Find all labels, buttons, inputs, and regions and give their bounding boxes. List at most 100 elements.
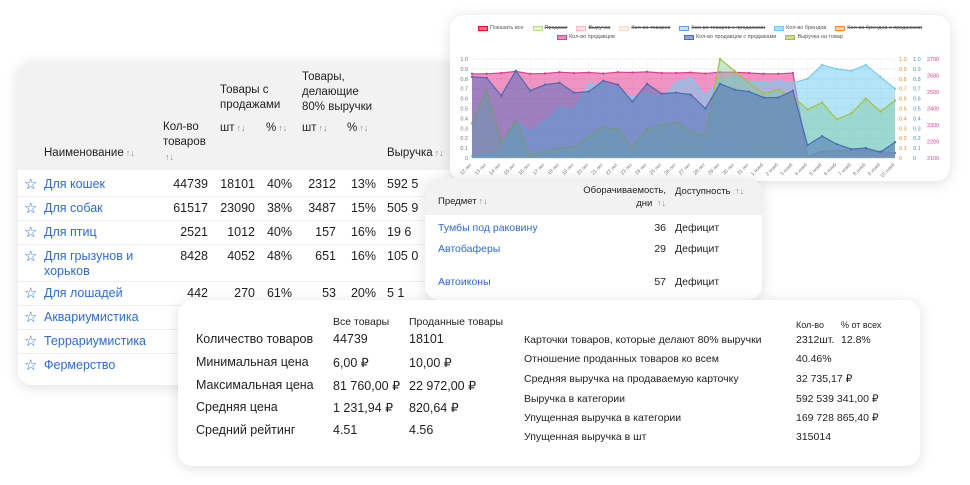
left-axis-tick: 0.9	[460, 67, 468, 73]
col-sales-pcs-header[interactable]: шт ↑↓	[220, 121, 246, 136]
data-point	[660, 71, 663, 75]
col-top80-header: Товары, делающие 80% выручки	[302, 71, 373, 113]
sort-icon[interactable]: ↑↓	[435, 148, 444, 158]
sort-icon[interactable]: ↑↓	[319, 123, 328, 133]
sort-icon[interactable]: ↑↓	[479, 196, 488, 206]
category-link[interactable]: Террариумистика	[44, 334, 156, 349]
blue-axis-tick: 0.7	[913, 87, 921, 93]
star-icon[interactable]: ☆	[24, 199, 37, 217]
data-point	[835, 118, 838, 121]
sort-icon[interactable]: ↑↓	[657, 198, 666, 208]
row-divider	[18, 196, 458, 197]
sort-icon[interactable]: ↑↓	[165, 152, 174, 162]
data-point	[660, 92, 663, 95]
category-link[interactable]: Фермерство	[44, 358, 156, 373]
summary-all-value: 1 231,94 ₽	[333, 401, 394, 415]
sort-icon[interactable]: ↑↓	[126, 148, 135, 158]
data-point	[689, 76, 692, 80]
star-icon[interactable]: ☆	[24, 175, 37, 193]
data-point	[718, 57, 722, 61]
col-subject-header[interactable]: Предмет ↑↓	[438, 196, 488, 207]
data-point	[704, 94, 707, 97]
sort-icon[interactable]: ↑↓	[237, 123, 246, 133]
x-axis-tick: 23 окт	[620, 162, 635, 177]
data-point	[543, 72, 547, 75]
sort-icon[interactable]: ↑↓	[735, 186, 744, 196]
summary-label: Средняя цена	[196, 400, 278, 414]
data-point	[747, 90, 751, 93]
x-axis-tick: 27 окт	[678, 162, 693, 177]
x-axis-tick: 21 окт	[590, 162, 605, 177]
data-point	[879, 150, 882, 154]
col-label: шт	[220, 122, 235, 134]
data-point	[791, 89, 795, 92]
cell-top-pct: 16%	[350, 225, 376, 239]
cell-top-pct: 13%	[350, 177, 376, 191]
col-top-pct-header[interactable]: % ↑↓	[347, 121, 368, 136]
cell-sales-pcs: 270	[234, 286, 255, 300]
data-point	[777, 88, 780, 91]
col-availability-header[interactable]: Доступность ↑↓	[675, 185, 745, 198]
blue-axis-tick: 0.2	[913, 136, 921, 142]
cell-sales-pct: 48%	[266, 249, 292, 263]
metric-label: Средняя выручка на продаваемую карточку	[524, 373, 739, 385]
col-count-header[interactable]: Кол-во товаров ↑↓	[163, 120, 213, 165]
data-point	[631, 100, 634, 103]
left-axis-tick: 0.6	[460, 97, 468, 103]
metric-value: 40.46%	[796, 353, 832, 365]
data-point	[631, 71, 634, 74]
subject-link[interactable]: Автобаферы	[438, 243, 500, 255]
data-point	[806, 108, 809, 111]
cell-top-pct: 20%	[350, 286, 376, 300]
col-label: шт	[302, 122, 317, 134]
cell-top-pct: 16%	[350, 249, 376, 263]
cell-top-pcs: 157	[315, 225, 336, 239]
star-icon[interactable]: ☆	[24, 332, 37, 350]
pink-axis-tick: 2700	[927, 57, 939, 63]
sort-icon[interactable]: ↑↓	[359, 123, 368, 133]
data-point	[777, 79, 780, 82]
col-turnover-header[interactable]: Оборачиваемость, дни ↑↓	[573, 185, 666, 210]
data-point	[675, 81, 678, 84]
blue-axis-tick: 0.5	[913, 107, 921, 113]
x-axis-tick: 1 нояб	[750, 162, 765, 177]
col-name-header[interactable]: Наименование ↑↓	[44, 146, 135, 161]
data-point	[850, 69, 853, 73]
blue-axis-tick: 1.0	[913, 57, 921, 63]
orange-axis-tick: 0.9	[899, 67, 907, 73]
col-label: Предмет	[438, 196, 477, 207]
data-point	[777, 96, 780, 99]
orange-axis-tick: 0.5	[899, 107, 907, 113]
data-point	[864, 146, 868, 150]
data-point	[820, 101, 824, 104]
star-icon[interactable]: ☆	[24, 356, 37, 374]
subject-link[interactable]: Автоиконы	[438, 276, 491, 288]
category-link[interactable]: Для лошадей	[44, 286, 156, 301]
col-label: Доступность	[675, 186, 731, 197]
category-link[interactable]: Для грызунов и хорьков	[44, 249, 156, 279]
category-link[interactable]: Для птиц	[44, 225, 156, 240]
metric-label: Карточки товаров, которые делают 80% выр…	[524, 334, 762, 346]
orange-axis-tick: 0	[899, 156, 902, 162]
data-point	[587, 90, 590, 93]
data-point	[499, 94, 503, 97]
sort-icon[interactable]: ↑↓	[278, 123, 287, 133]
col-top-pcs-header[interactable]: шт ↑↓	[302, 121, 328, 136]
star-icon[interactable]: ☆	[24, 247, 37, 265]
data-point	[558, 81, 561, 84]
orange-axis-tick: 0.1	[899, 146, 907, 152]
data-point	[820, 63, 824, 67]
col-revenue-header[interactable]: Выручка ↑↓	[387, 146, 444, 161]
x-axis-tick: 7 нояб	[838, 162, 853, 177]
left-axis-tick: 0.3	[460, 126, 468, 132]
x-axis-tick: 4 нояб	[794, 162, 809, 177]
category-link[interactable]: Для собак	[44, 201, 156, 216]
data-point	[616, 71, 620, 74]
col-sales-pct-header[interactable]: % ↑↓	[266, 121, 287, 136]
star-icon[interactable]: ☆	[24, 284, 37, 302]
category-link[interactable]: Аквариумистика	[44, 310, 156, 325]
star-icon[interactable]: ☆	[24, 223, 37, 241]
subject-link[interactable]: Тумбы под раковину	[438, 222, 538, 234]
star-icon[interactable]: ☆	[24, 308, 37, 326]
category-link[interactable]: Для кошек	[44, 177, 156, 192]
